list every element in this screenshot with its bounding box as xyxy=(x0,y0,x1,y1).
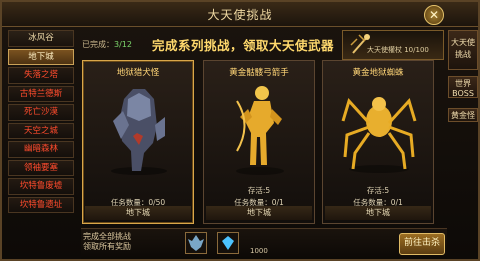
bottom-bar: 完成全部挑战 领取所有奖励 1000 前往击杀 xyxy=(81,228,447,259)
sidebar-item-leader-fortress[interactable]: 领袖要塞 xyxy=(8,159,74,176)
sidebar-item-dungeon[interactable]: 地下城 xyxy=(8,48,74,65)
area-sidebar: 冰风谷 地下城 失落之塔 古特兰德斯 死亡沙漠 天空之城 幽暗森林 领袖要塞 坎… xyxy=(8,30,76,258)
bottom-line-2: 领取所有奖励 xyxy=(83,242,131,251)
challenge-banner: 完成系列挑战，领取大天使武器 xyxy=(152,38,335,53)
sidebar-item-sky-city[interactable]: 天空之城 xyxy=(8,122,74,139)
close-icon: ✕ xyxy=(428,8,440,22)
survive-count: 存活:5 xyxy=(366,186,390,195)
map-label: 地下城 xyxy=(325,206,431,220)
progress-label: 已完成： xyxy=(82,40,114,49)
challenge-window: 大天使挑战 ✕ 冰风谷 地下城 失落之塔 古特兰德斯 死亡沙漠 天空之城 幽暗森… xyxy=(0,0,480,261)
title-bar: 大天使挑战 ✕ xyxy=(2,2,478,27)
golden-hell-spider-figure xyxy=(341,97,417,173)
sidebar-item-kantru-relics[interactable]: 坎特鲁遗址 xyxy=(8,196,74,213)
reward-qty-2: 1000 xyxy=(250,247,268,255)
tab-world-boss[interactable]: 世界BOSS xyxy=(448,76,478,98)
gem-icon xyxy=(222,236,234,250)
golden-skeleton-archer-figure xyxy=(236,86,284,175)
wings-icon xyxy=(188,235,204,251)
hellhound-figure xyxy=(111,89,167,175)
sidebar-item-ice-valley[interactable]: 冰风谷 xyxy=(8,30,74,47)
tab-archangel-challenge[interactable]: 大天使挑战 xyxy=(448,30,478,70)
bottom-line-1: 完成全部挑战 xyxy=(83,232,131,241)
monster-card-2[interactable]: 黄金骷髅弓箭手 存活:5 任务数量：0/1 地下城 xyxy=(203,60,315,224)
reward-label: 大天使權杖 10/100 xyxy=(367,46,429,54)
tab-golden-monster[interactable]: 黄金怪 xyxy=(448,108,478,122)
map-label: 地下城 xyxy=(206,206,312,220)
window-title: 大天使挑战 xyxy=(207,8,273,22)
sidebar-item-lost-tower[interactable]: 失落之塔 xyxy=(8,67,74,84)
monster-card-1[interactable]: 地狱猎犬怪 任务数量：0/50 地下城 xyxy=(82,60,194,224)
map-label: 地下城 xyxy=(85,206,191,220)
close-button[interactable]: ✕ xyxy=(424,5,444,25)
go-kill-button[interactable]: 前往击杀 xyxy=(399,233,445,255)
reward-item-1[interactable] xyxy=(185,232,207,254)
monster-name: 黄金骷髅弓箭手 xyxy=(229,68,289,78)
sidebar-item-kantru-ruins[interactable]: 坎特鲁废墟 xyxy=(8,178,74,195)
monster-card-3[interactable]: 黄金地狱蜘蛛 存活:5 任务数量：0/1 地下城 xyxy=(322,60,434,224)
monster-name: 黄金地狱蜘蛛 xyxy=(352,68,404,78)
reward-preview: 大天使權杖 10/100 xyxy=(342,30,444,60)
survive-count: 存活:5 xyxy=(247,186,271,195)
complete-rewards-text: 完成全部挑战 领取所有奖励 xyxy=(83,232,131,252)
sidebar-item-gute-lands[interactable]: 古特兰德斯 xyxy=(8,85,74,102)
monster-name: 地狱猎犬怪 xyxy=(116,68,160,78)
sidebar-item-death-desert[interactable]: 死亡沙漠 xyxy=(8,104,74,121)
progress-text: 已完成：3/12 xyxy=(82,39,132,50)
reward-item-2[interactable] xyxy=(217,232,239,254)
sidebar-item-dark-forest[interactable]: 幽暗森林 xyxy=(8,141,74,158)
right-nav: 大天使挑战 世界BOSS 黄金怪 xyxy=(448,30,478,230)
progress-value: 3/12 xyxy=(114,40,132,49)
